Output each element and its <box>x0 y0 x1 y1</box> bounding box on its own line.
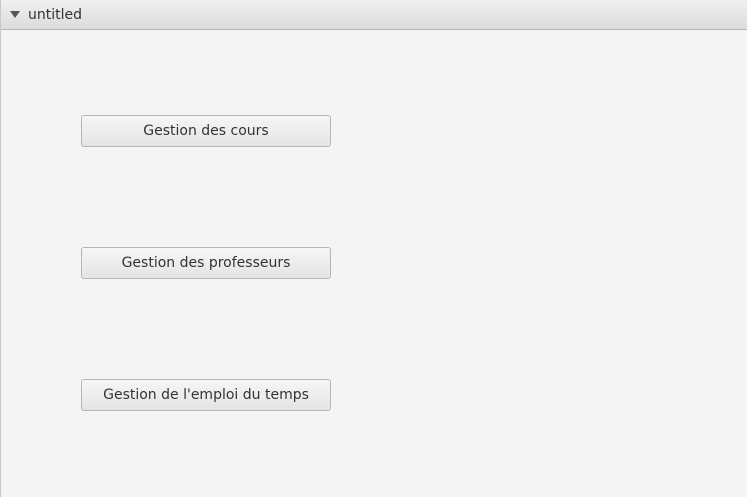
titled-pane: untitled Gestion des cours Gestion des p… <box>0 0 747 497</box>
courses-management-button[interactable]: Gestion des cours <box>81 115 331 147</box>
titled-pane-content: Gestion des cours Gestion des professeur… <box>1 30 747 497</box>
timetable-management-button[interactable]: Gestion de l'emploi du temps <box>81 379 331 411</box>
titled-pane-header[interactable]: untitled <box>1 0 747 30</box>
triangle-down-icon[interactable] <box>10 11 20 18</box>
titled-pane-title: untitled <box>28 6 83 23</box>
teachers-management-button[interactable]: Gestion des professeurs <box>81 247 331 279</box>
